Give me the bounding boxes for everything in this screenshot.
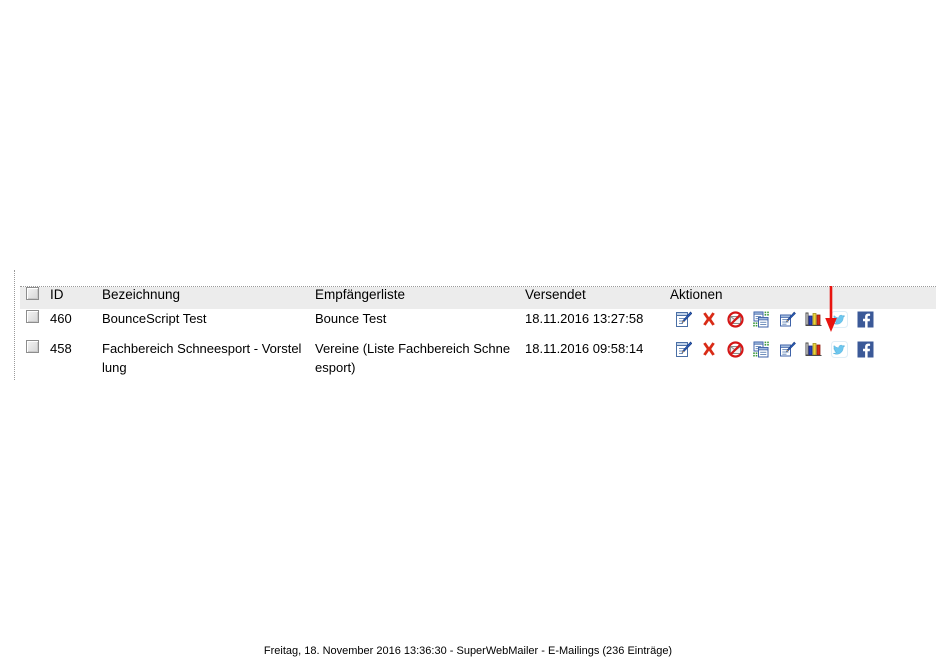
properties-mailing-icon[interactable] [774,339,800,359]
facebook-share-icon[interactable] [852,339,878,359]
edit-mailing-icon[interactable] [670,309,696,329]
copy-mailing-icon[interactable] [748,339,774,359]
row-actions [670,309,936,329]
row-bezeichnung-cell: Fachbereich Schneesport - Vorstellung [102,339,315,383]
select-all-checkbox[interactable] [26,287,39,300]
row-versendet-cell: 18.11.2016 13:27:58 [525,311,644,326]
edit-mailing-icon[interactable] [670,339,696,359]
row-actions-cell [670,309,936,339]
row-empfaengerliste-cell: Bounce Test [315,309,525,339]
row-checkbox[interactable] [26,340,39,353]
table-body: 460 BounceScript Test Bounce Test 18.11.… [20,309,936,383]
row-versendet-cell: 18.11.2016 09:58:14 [525,341,644,356]
row-empfaengerliste-cell: Vereine (Liste Fachbereich Schneesport) [315,339,525,383]
row-bezeichnung-text: Fachbereich Schneesport - Vorstellung [102,341,302,375]
twitter-share-icon[interactable] [826,309,852,329]
row-empfaengerliste-text: Vereine (Liste Fachbereich Schneesport) [315,341,511,375]
delete-mailing-icon[interactable] [696,309,722,329]
stop-mailing-icon[interactable] [722,309,748,329]
row-bezeichnung-text: BounceScript Test [102,311,207,326]
copy-mailing-icon[interactable] [748,309,774,329]
page-root: ID Bezeichnung Empfängerliste Versendet … [0,0,936,662]
row-bezeichnung-cell: BounceScript Test [102,309,315,339]
column-header-empfaengerliste[interactable]: Empfängerliste [315,287,525,309]
statistics-icon[interactable] [800,309,826,329]
table-header-row: ID Bezeichnung Empfängerliste Versendet … [20,287,936,309]
row-id-cell: 460 [50,311,72,326]
column-header-id[interactable]: ID [50,287,102,309]
column-header-aktionen: Aktionen [670,287,936,309]
row-actions [670,339,936,359]
facebook-share-icon[interactable] [852,309,878,329]
row-checkbox[interactable] [26,310,39,323]
stop-mailing-icon[interactable] [722,339,748,359]
table-row: 458 Fachbereich Schneesport - Vorstellun… [20,339,936,383]
column-header-bezeichnung[interactable]: Bezeichnung [102,287,315,309]
properties-mailing-icon[interactable] [774,309,800,329]
statistics-icon[interactable] [800,339,826,359]
row-actions-cell [670,339,936,383]
column-header-versendet[interactable]: Versendet [525,287,670,309]
column-header-select [20,287,50,309]
status-bar-text: Freitag, 18. November 2016 13:36:30 - Su… [263,645,673,657]
table-row: 460 BounceScript Test Bounce Test 18.11.… [20,309,936,339]
emailings-table: ID Bezeichnung Empfängerliste Versendet … [20,287,936,383]
row-select-cell [20,339,50,383]
twitter-share-icon[interactable] [826,339,852,359]
row-empfaengerliste-text: Bounce Test [315,311,387,326]
row-select-cell [20,309,50,339]
delete-mailing-icon[interactable] [696,339,722,359]
row-id-cell: 458 [50,341,72,356]
